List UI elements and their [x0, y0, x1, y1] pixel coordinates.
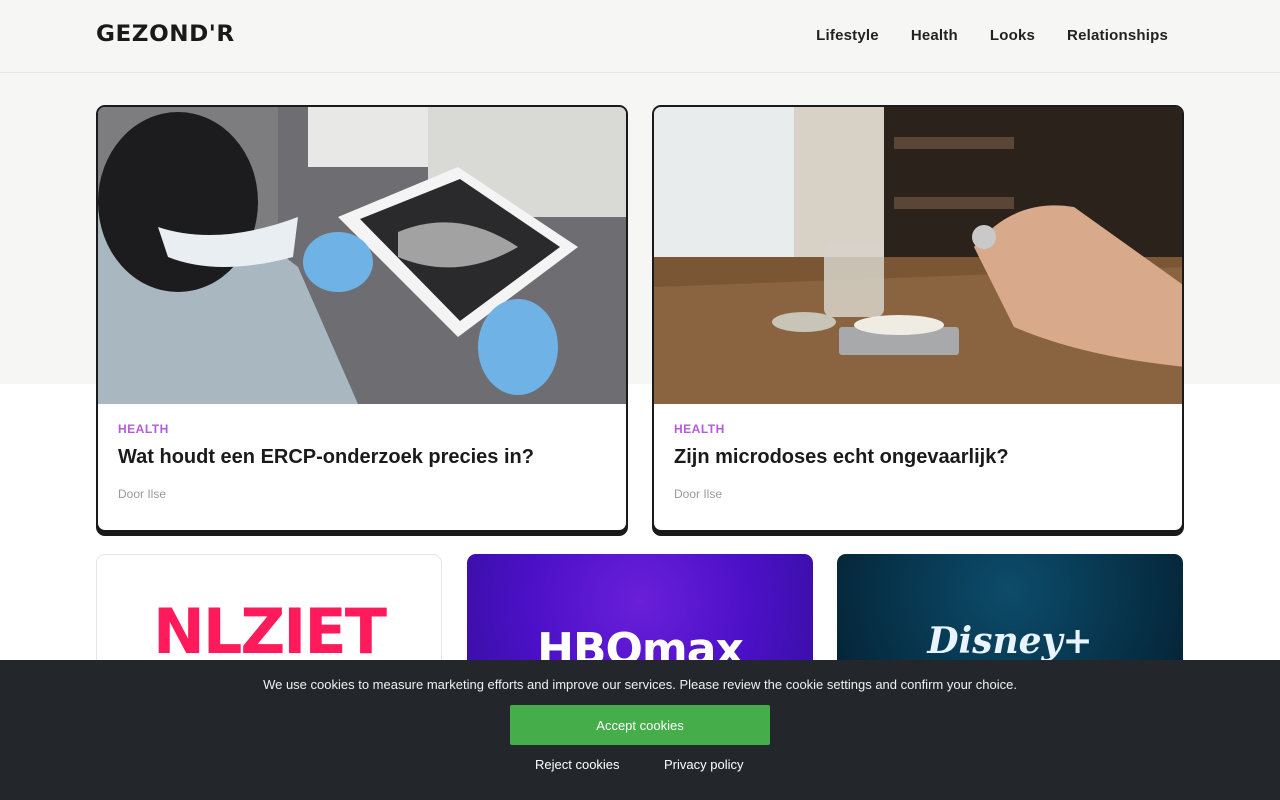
cookie-message: We use cookies to measure marketing effo… — [263, 677, 1017, 692]
nav-health[interactable]: Health — [911, 27, 958, 44]
accept-cookies-button[interactable]: Accept cookies — [510, 705, 770, 745]
article-card[interactable]: HEALTH Wat houdt een ERCP-onderzoek prec… — [96, 105, 628, 532]
reject-cookies-button[interactable]: Reject cookies — [535, 757, 620, 772]
article-card[interactable]: HEALTH Zijn microdoses echt ongevaarlijk… — [652, 105, 1184, 532]
article-image-microdose[interactable] — [654, 107, 1182, 404]
nav-lifestyle[interactable]: Lifestyle — [816, 27, 879, 44]
article-image-dentist[interactable] — [98, 107, 626, 404]
article-title[interactable]: Wat houdt een ERCP-onderzoek precies in? — [118, 446, 606, 469]
nav-looks[interactable]: Looks — [990, 27, 1035, 44]
category-label[interactable]: HEALTH — [674, 422, 1162, 436]
main-nav: Lifestyle Health Looks Relationships — [816, 27, 1168, 44]
article-author: Door Ilse — [118, 487, 167, 501]
site-header: GEZOND'R Lifestyle Health Looks Relation… — [0, 0, 1280, 73]
nlziet-tile[interactable]: NLZIET — [96, 554, 442, 674]
site-logo[interactable]: GEZOND'R — [96, 22, 235, 47]
nlziet-logo: NLZIET — [152, 595, 387, 668]
privacy-policy-link[interactable]: Privacy policy — [664, 757, 743, 772]
article-author: Door Ilse — [674, 487, 723, 501]
hbomax-tile[interactable]: HBOmax — [467, 554, 813, 674]
category-label[interactable]: HEALTH — [118, 422, 606, 436]
cookie-banner: We use cookies to measure marketing effo… — [0, 660, 1280, 800]
disney-plus-logo: Disney+ — [927, 620, 1093, 662]
article-title[interactable]: Zijn microdoses echt ongevaarlijk? — [674, 446, 1162, 469]
disney-plus-tile[interactable]: Disney+ — [837, 554, 1183, 674]
nav-relationships[interactable]: Relationships — [1067, 27, 1168, 44]
